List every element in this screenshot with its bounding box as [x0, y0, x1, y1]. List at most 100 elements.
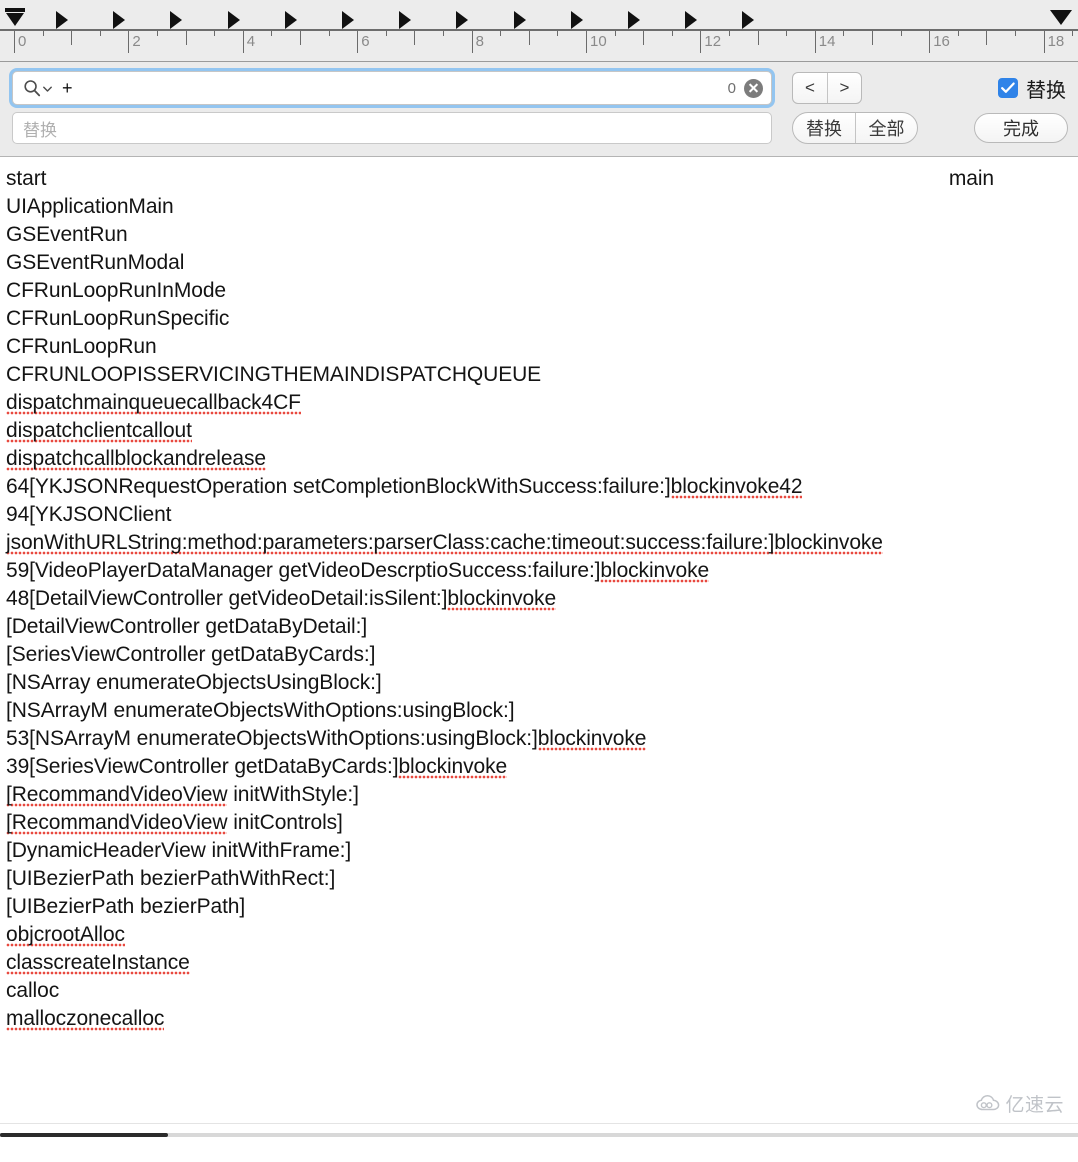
ruler-tick-minor: [385, 31, 387, 36]
tab-stop-flag-icon[interactable]: [342, 11, 354, 29]
text-line: [RecommandVideoView initControls]: [6, 809, 1070, 837]
ruler-tick-minor: [957, 31, 959, 36]
replace-actions-group[interactable]: 替换 全部: [792, 112, 918, 144]
ruler-tick-minor: [671, 31, 673, 36]
text-line-segment: UIApplicationMain: [6, 195, 174, 218]
ruler-tick-minor: [643, 31, 645, 45]
text-line: dispatchcallblockandrelease: [6, 445, 1070, 473]
text-line-segment: classcreateInstance: [6, 951, 190, 976]
find-row: + 0 < > 替换: [9, 68, 1066, 108]
tab-stop-flag-icon[interactable]: [685, 11, 698, 29]
text-line-segment: objcrootAlloc: [6, 923, 125, 948]
done-button[interactable]: 完成: [974, 113, 1068, 143]
text-line-segment: [DynamicHeaderView initWithFrame:]: [6, 839, 352, 862]
text-line: classcreateInstance: [6, 949, 1070, 977]
text-line-right: main: [948, 167, 994, 190]
ruler-tick-minor: [757, 31, 759, 45]
ruler-tick-minor: [71, 31, 73, 45]
ruler-tick-major: [128, 31, 130, 53]
horizontal-scrollbar[interactable]: [0, 1123, 1078, 1137]
tab-stop-flag-icon[interactable]: [513, 11, 526, 29]
text-line-segment: dispatchclientcallout: [6, 419, 192, 444]
left-indent-marker-icon[interactable]: [4, 8, 26, 30]
text-line: CFRunLoopRun: [6, 333, 1070, 361]
find-previous-button[interactable]: <: [793, 73, 827, 103]
checkmark-icon: [1001, 82, 1015, 93]
horizontal-scrollbar-thumb[interactable]: [0, 1133, 168, 1137]
text-line-segment: initWithStyle:]: [227, 783, 359, 806]
ruler-tick-major: [586, 31, 587, 53]
search-field-wrapper[interactable]: + 0: [9, 68, 775, 108]
replace-checkbox[interactable]: [998, 78, 1018, 98]
replace-input[interactable]: 替换: [12, 112, 772, 144]
text-line-segment: [RecommandVideoView: [6, 811, 228, 836]
text-line-segment: blockinvoke: [774, 531, 883, 556]
tab-stop-flag-icon[interactable]: [628, 11, 640, 29]
text-line: 48[DetailViewController getVideoDetail:i…: [6, 585, 1070, 613]
text-line-segment: 59[VideoPlayerDataManager getVideoDescrp…: [6, 559, 601, 582]
replace-all-button[interactable]: 全部: [855, 113, 917, 143]
ruler-label: 12: [704, 33, 722, 50]
clear-search-icon[interactable]: [744, 78, 763, 98]
ruler-label: 0: [18, 33, 27, 50]
chevron-down-icon[interactable]: [43, 86, 52, 93]
tab-stop-flag-icon[interactable]: [742, 11, 755, 29]
ruler-tick-minor: [328, 31, 330, 36]
tab-stop-flag-icon[interactable]: [399, 11, 412, 29]
tab-stop-flag-icon[interactable]: [284, 11, 297, 29]
ruler-tick-major: [357, 31, 359, 53]
document-lines: UIApplicationMain GSEventRun GSEventRunMod…: [6, 193, 1070, 1033]
text-line: [DetailViewController getDataByDetail:]: [6, 613, 1070, 641]
find-next-button[interactable]: >: [827, 73, 861, 103]
find-navigation-group[interactable]: < >: [792, 72, 862, 104]
text-line: start main: [6, 165, 1070, 193]
text-line-segment: initControls]: [227, 811, 343, 834]
text-line-segment: blockinvoke: [537, 727, 647, 752]
ruler-label: 8: [475, 33, 484, 50]
text-line: CFRunLoopRunInMode: [6, 277, 1070, 305]
tab-stop-flag-icon[interactable]: [113, 11, 126, 29]
ruler-tick-major: [242, 31, 244, 53]
text-line-segment: GSEventRun: [6, 223, 128, 246]
tab-stop-flag-icon[interactable]: [56, 11, 68, 29]
text-line: GSEventRunModal: [6, 249, 1070, 277]
text-line: dispatchmainqueuecallback4CF: [6, 389, 1070, 417]
ruler-tick-minor: [500, 31, 502, 36]
ruler-tick-minor: [99, 31, 101, 36]
ruler-tick-minor: [729, 31, 730, 36]
ruler-label: 4: [246, 33, 256, 50]
document-text-area[interactable]: start main UIApplicationMain GSEventRun GS…: [0, 157, 1078, 1137]
text-line-segment: [DetailViewController getDataByDetail:]: [6, 615, 368, 638]
ruler-label: 2: [132, 33, 141, 50]
text-line: [DynamicHeaderView initWithFrame:]: [6, 837, 1070, 865]
ruler[interactable]: 0 2 4 6 8 10 12 14 16 18: [0, 0, 1078, 62]
ruler-tick-minor: [528, 31, 530, 45]
text-line: objcrootAlloc: [6, 921, 1070, 949]
text-line-segment: [RecommandVideoView: [6, 783, 228, 808]
text-line-segment: jsonWithURLString:method:parameters:pars…: [6, 531, 775, 556]
text-line-segment: [UIBezierPath bezierPath]: [6, 895, 246, 918]
search-query-text: +: [62, 79, 73, 97]
text-line: CFRUNLOOPISSERVICINGTHEMAINDISPATCHQUEUE: [6, 361, 1070, 389]
tab-stop-flag-icon[interactable]: [170, 11, 183, 29]
tab-stop-flag-icon[interactable]: [570, 11, 583, 29]
ruler-tick-minor: [1072, 31, 1074, 36]
replace-button[interactable]: 替换: [793, 113, 855, 143]
ruler-tick-minor: [271, 31, 273, 36]
text-line: dispatchclientcallout: [6, 417, 1070, 445]
ruler-tick-minor: [185, 31, 187, 45]
replace-toggle-label: 替换: [1026, 79, 1066, 102]
text-line: 39[SeriesViewController getDataByCards:]…: [6, 753, 1070, 781]
search-input[interactable]: + 0: [12, 71, 772, 105]
tab-stop-flag-icon[interactable]: [227, 11, 240, 29]
replace-row: 替换 替换 全部 完成: [12, 111, 1068, 145]
replace-placeholder: 替换: [23, 120, 57, 140]
text-line: [SeriesViewController getDataByCards:]: [6, 641, 1070, 669]
find-replace-bar: + 0 < > 替换 替换 替换 全部 完成: [0, 62, 1078, 157]
replace-toggle[interactable]: 替换: [998, 74, 1066, 103]
ruler-tick-major: [929, 31, 931, 53]
text-line: [NSArray enumerateObjectsUsingBlock:]: [6, 669, 1070, 697]
right-indent-marker-icon[interactable]: [1050, 10, 1072, 25]
search-magnifier-icon: [24, 80, 41, 97]
tab-stop-flag-icon[interactable]: [456, 11, 469, 29]
